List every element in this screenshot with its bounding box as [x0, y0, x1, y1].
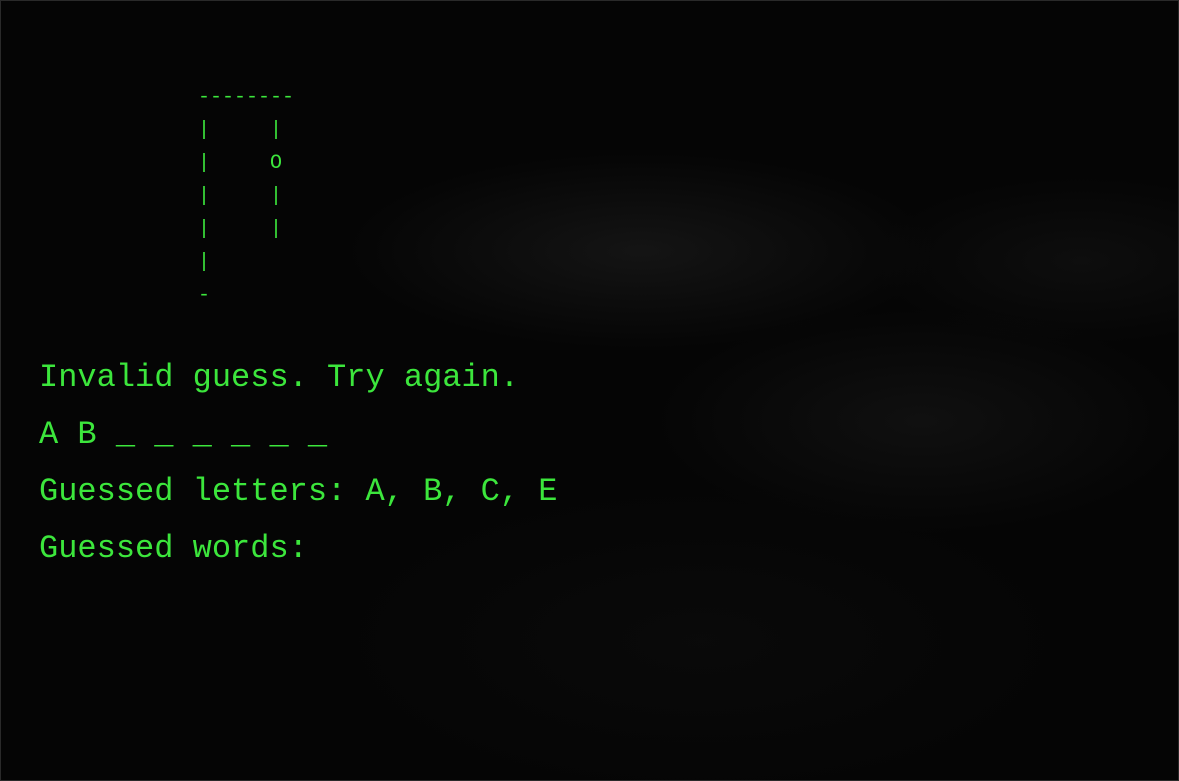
terminal-output: -------- | | | O | | | | | - Invalid gue… [1, 1, 1178, 780]
guessed-letters-value: A, B, C, E [365, 473, 558, 510]
status-message: Invalid guess. Try again. [39, 359, 520, 396]
game-screen: -------- | | | O | | | | | - Invalid gue… [0, 0, 1179, 781]
hangman-gallows-art: -------- | | | O | | | | | - [198, 86, 295, 307]
guessed-words-line: Guessed words: [39, 529, 327, 569]
guessed-words-label: Guessed words: [39, 530, 308, 567]
guessed-letters-label: Guessed letters: [39, 473, 347, 510]
guessed-letters-line: Guessed letters: A, B, C, E [39, 472, 557, 512]
word-progress: A B _ _ _ _ _ _ [39, 416, 328, 453]
